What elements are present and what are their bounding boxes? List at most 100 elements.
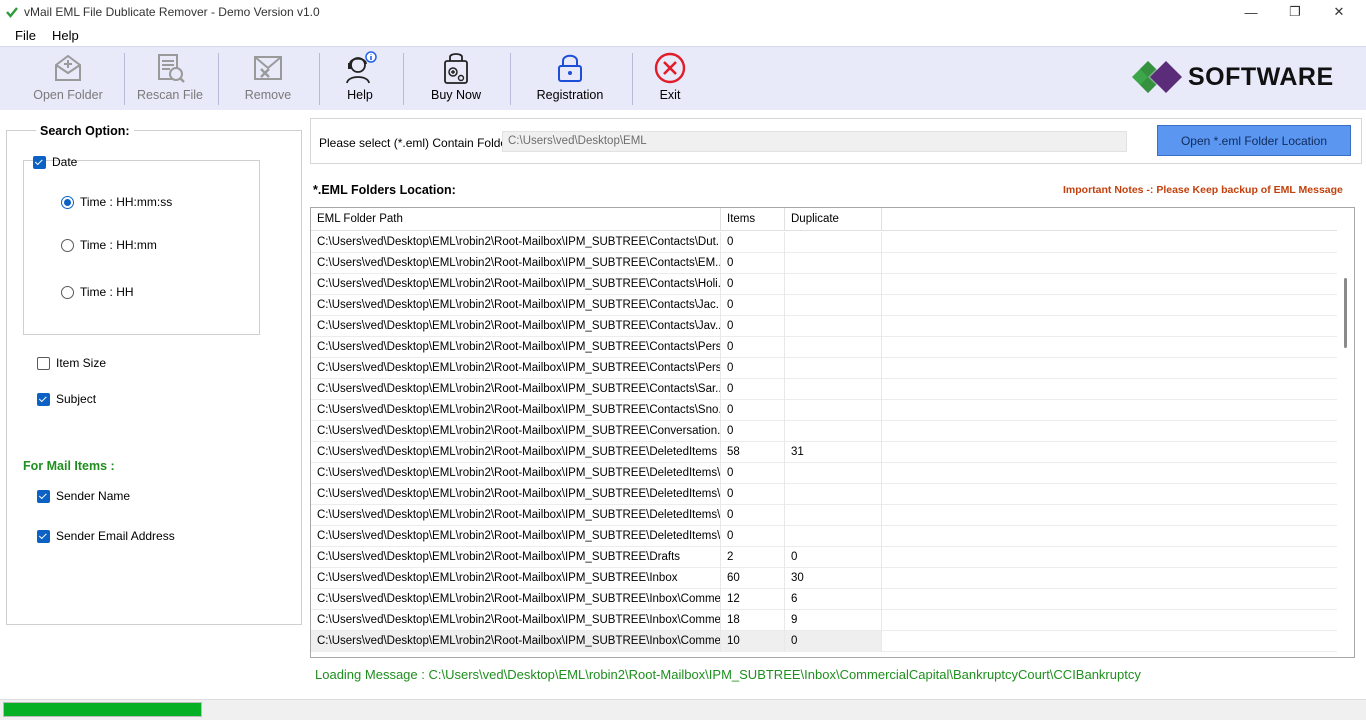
column-header-items[interactable]: Items [721, 208, 785, 231]
remove-button[interactable]: Remove [236, 51, 300, 107]
cell-duplicate: 9 [785, 610, 882, 631]
cell-path: C:\Users\ved\Desktop\EML\robin2\Root-Mai… [311, 358, 721, 379]
table-row[interactable]: C:\Users\ved\Desktop\EML\robin2\Root-Mai… [311, 631, 1338, 652]
registration-label: Registration [536, 88, 604, 102]
table-row[interactable]: C:\Users\ved\Desktop\EML\robin2\Root-Mai… [311, 400, 1338, 421]
registration-button[interactable]: Registration [534, 51, 606, 107]
table-row[interactable]: C:\Users\ved\Desktop\EML\robin2\Root-Mai… [311, 568, 1338, 589]
table-row[interactable]: C:\Users\ved\Desktop\EML\robin2\Root-Mai… [311, 337, 1338, 358]
remove-icon [254, 56, 282, 80]
radio-selected-icon [61, 195, 74, 209]
open-folder-button[interactable]: Open Folder [32, 51, 104, 107]
menu-file[interactable]: File [15, 28, 36, 43]
table-row[interactable]: C:\Users\ved\Desktop\EML\robin2\Root-Mai… [311, 463, 1338, 484]
cell-path: C:\Users\ved\Desktop\EML\robin2\Root-Mai… [311, 274, 721, 295]
grid-vertical-scrollbar[interactable] [1337, 208, 1354, 657]
rescan-file-button[interactable]: Rescan File [136, 51, 204, 107]
item-size-label: Item Size [56, 356, 107, 370]
cell-items: 0 [721, 484, 785, 505]
subject-checkbox[interactable]: Subject [37, 392, 96, 406]
cell-duplicate [785, 379, 882, 400]
cell-path: C:\Users\ved\Desktop\EML\robin2\Root-Mai… [311, 484, 721, 505]
cell-path: C:\Users\ved\Desktop\EML\robin2\Root-Mai… [311, 526, 721, 547]
help-button[interactable]: Help [336, 51, 384, 107]
cell-items: 0 [721, 316, 785, 337]
minimize-button[interactable]: — [1228, 0, 1274, 24]
table-row[interactable]: C:\Users\ved\Desktop\EML\robin2\Root-Mai… [311, 442, 1338, 463]
cell-items: 0 [721, 337, 785, 358]
cell-duplicate [785, 400, 882, 421]
rescan-file-icon [158, 54, 185, 83]
cell-path: C:\Users\ved\Desktop\EML\robin2\Root-Mai… [311, 568, 721, 589]
close-icon: ✕ [1333, 4, 1345, 19]
table-row[interactable]: C:\Users\ved\Desktop\EML\robin2\Root-Mai… [311, 253, 1338, 274]
column-header-path[interactable]: EML Folder Path [311, 208, 721, 231]
shopping-bag-icon [444, 53, 468, 84]
date-checkbox[interactable]: Date [33, 155, 77, 169]
help-label: Help [347, 88, 373, 102]
table-row[interactable]: C:\Users\ved\Desktop\EML\robin2\Root-Mai… [311, 547, 1338, 568]
grid-header: EML Folder Path Items Duplicate [311, 208, 1338, 231]
cell-items: 18 [721, 610, 785, 631]
cell-duplicate [785, 253, 882, 274]
checkbox-checked-icon [33, 155, 46, 169]
toolbar-divider [632, 53, 633, 105]
cell-path: C:\Users\ved\Desktop\EML\robin2\Root-Mai… [311, 295, 721, 316]
subject-label: Subject [56, 392, 97, 406]
menu-help[interactable]: Help [52, 28, 79, 43]
open-folder-label: Open Folder [33, 88, 103, 102]
sender-name-checkbox[interactable]: Sender Name [37, 489, 130, 503]
sender-name-label: Sender Name [56, 489, 131, 503]
table-row[interactable]: C:\Users\ved\Desktop\EML\robin2\Root-Mai… [311, 589, 1338, 610]
cell-duplicate [785, 295, 882, 316]
cell-items: 0 [721, 505, 785, 526]
table-row[interactable]: C:\Users\ved\Desktop\EML\robin2\Root-Mai… [311, 421, 1338, 442]
minimize-icon: — [1244, 4, 1258, 20]
exit-button[interactable]: Exit [650, 51, 690, 107]
checkbox-checked-icon [37, 489, 50, 503]
maximize-icon: ❐ [1289, 4, 1301, 19]
time-hh-radio[interactable]: Time : HH [61, 285, 134, 299]
column-header-duplicate[interactable]: Duplicate [785, 208, 882, 231]
table-row[interactable]: C:\Users\ved\Desktop\EML\robin2\Root-Mai… [311, 379, 1338, 400]
sender-email-checkbox[interactable]: Sender Email Address [37, 529, 175, 543]
loading-message: Loading Message : C:\Users\ved\Desktop\E… [315, 667, 1141, 682]
app-check-icon [6, 7, 18, 18]
folder-path-input[interactable]: C:\Users\ved\Desktop\EML [502, 131, 1127, 152]
cell-items: 0 [721, 463, 785, 484]
table-row[interactable]: C:\Users\ved\Desktop\EML\robin2\Root-Mai… [311, 316, 1338, 337]
time-hhmm-label: Time : HH:mm [80, 238, 157, 252]
table-row[interactable]: C:\Users\ved\Desktop\EML\robin2\Root-Mai… [311, 484, 1338, 505]
cell-items: 0 [721, 253, 785, 274]
cell-duplicate [785, 484, 882, 505]
title-bar: vMail EML File Dublicate Remover - Demo … [0, 0, 1366, 24]
grid-title: *.EML Folders Location: [313, 183, 456, 197]
cell-duplicate [785, 316, 882, 337]
time-hhmm-radio[interactable]: Time : HH:mm [61, 238, 157, 252]
table-row[interactable]: C:\Users\ved\Desktop\EML\robin2\Root-Mai… [311, 232, 1338, 253]
exit-x-icon [654, 52, 686, 84]
open-eml-folder-button[interactable]: Open *.eml Folder Location [1157, 125, 1351, 156]
time-hh-label: Time : HH [80, 285, 134, 299]
close-window-button[interactable]: ✕ [1316, 0, 1362, 24]
progress-fill [4, 703, 201, 716]
table-row[interactable]: C:\Users\ved\Desktop\EML\robin2\Root-Mai… [311, 526, 1338, 547]
important-notes: Important Notes -: Please Keep backup of… [1063, 184, 1343, 196]
sender-email-label: Sender Email Address [56, 529, 175, 543]
table-row[interactable]: C:\Users\ved\Desktop\EML\robin2\Root-Mai… [311, 274, 1338, 295]
mail-items-heading: For Mail Items : [23, 459, 115, 473]
item-size-checkbox[interactable]: Item Size [37, 356, 106, 370]
cell-duplicate: 6 [785, 589, 882, 610]
cell-duplicate: 0 [785, 631, 882, 652]
time-hhmmss-radio[interactable]: Time : HH:mm:ss [61, 195, 172, 209]
buy-now-button[interactable]: Buy Now [426, 51, 486, 107]
table-row[interactable]: C:\Users\ved\Desktop\EML\robin2\Root-Mai… [311, 610, 1338, 631]
table-row[interactable]: C:\Users\ved\Desktop\EML\robin2\Root-Mai… [311, 358, 1338, 379]
exit-label: Exit [659, 88, 681, 102]
cell-duplicate: 30 [785, 568, 882, 589]
table-row[interactable]: C:\Users\ved\Desktop\EML\robin2\Root-Mai… [311, 295, 1338, 316]
cell-duplicate [785, 505, 882, 526]
maximize-button[interactable]: ❐ [1272, 0, 1318, 24]
table-row[interactable]: C:\Users\ved\Desktop\EML\robin2\Root-Mai… [311, 505, 1338, 526]
scrollbar-thumb[interactable] [1344, 278, 1347, 348]
